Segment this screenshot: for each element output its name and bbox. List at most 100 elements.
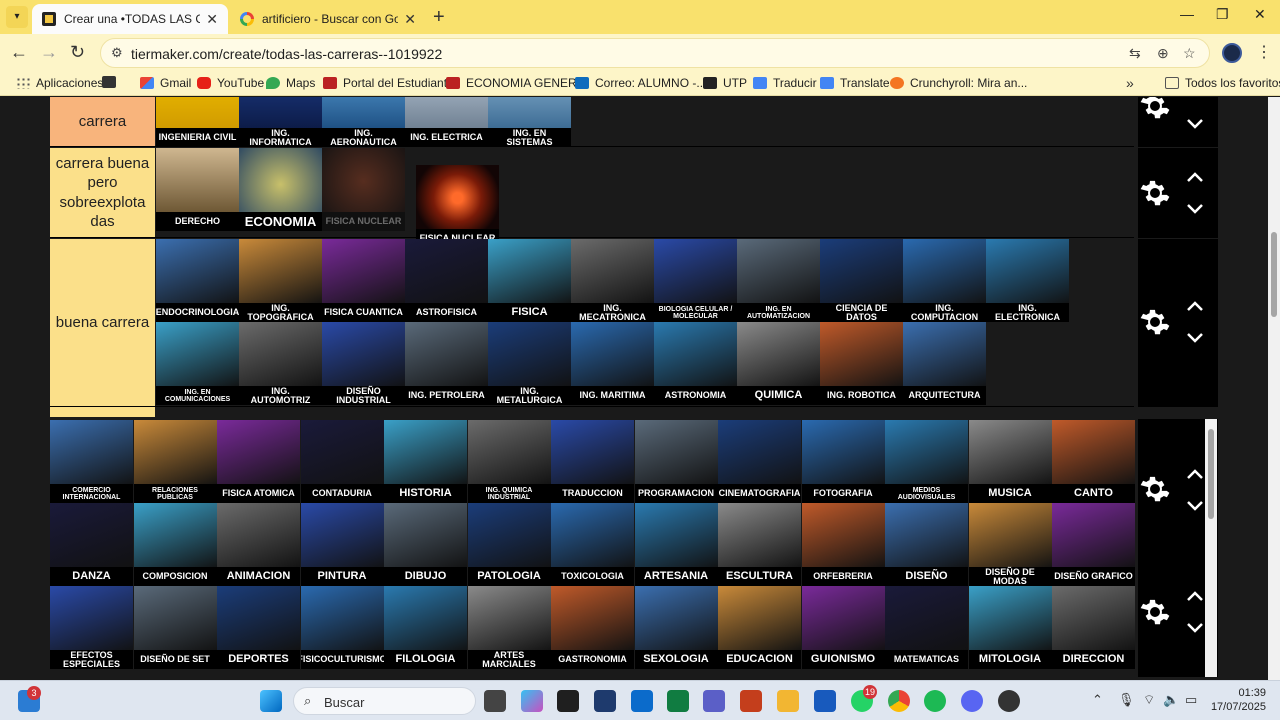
- move-up-arrow-icon[interactable]: [1186, 589, 1204, 601]
- restore-icon[interactable]: ❐: [1216, 6, 1229, 23]
- app-icon[interactable]: [998, 690, 1020, 712]
- tier-item[interactable]: ENDOCRINOLOGIA: [156, 239, 239, 322]
- bookmark-grid[interactable]: [102, 76, 122, 88]
- tier-item[interactable]: ING. MECATRONICA: [571, 239, 654, 322]
- bookmark-correo[interactable]: Correo: ALUMNO -...: [575, 76, 706, 90]
- tier-item[interactable]: DISEÑO: [885, 503, 968, 586]
- tier-item[interactable]: DEPORTES: [217, 586, 300, 669]
- move-down-arrow-icon[interactable]: [1186, 117, 1204, 129]
- settings-gear-icon[interactable]: [1140, 474, 1170, 504]
- back-icon[interactable]: ←: [10, 42, 28, 63]
- tier-item[interactable]: MUSICA: [968, 420, 1052, 503]
- tier-item[interactable]: RELACIONES PUBLICAS: [133, 420, 217, 503]
- tier-item[interactable]: ING. TOPOGRAFICA: [239, 239, 322, 322]
- system-clock[interactable]: 01:39 17/07/2025: [1210, 686, 1266, 714]
- tier-item[interactable]: ING. INFORMATICA: [239, 97, 322, 147]
- microphone-icon[interactable]: 🎙: [1118, 692, 1135, 708]
- tier-item[interactable]: ORFEBRERIA: [801, 503, 885, 586]
- tier-item[interactable]: HISTORIA: [384, 420, 467, 503]
- settings-gear-icon[interactable]: [1140, 178, 1170, 208]
- menu-icon[interactable]: ⋮: [1256, 42, 1272, 62]
- tier-item[interactable]: DISEÑO INDUSTRIAL: [322, 322, 405, 405]
- tier-item[interactable]: MEDIOS AUDIOVISUALES: [885, 420, 968, 503]
- tier-item[interactable]: PINTURA: [300, 503, 384, 586]
- tier-item[interactable]: TOXICOLOGIA: [551, 503, 634, 586]
- tier-item[interactable]: CIENCIA DE DATOS: [820, 239, 903, 322]
- tier-item[interactable]: CONTADURIA: [300, 420, 384, 503]
- tier-item[interactable]: COMERCIO INTERNACIONAL: [50, 420, 133, 503]
- tier-item[interactable]: EDUCACION: [718, 586, 801, 669]
- bookmark-translate[interactable]: Translate: [820, 76, 890, 90]
- tier-item[interactable]: ING. QUIMICA INDUSTRIAL: [467, 420, 551, 503]
- settings-gear-icon[interactable]: [1140, 97, 1170, 121]
- teams-icon[interactable]: [703, 690, 725, 712]
- tier-item[interactable]: COMPOSICION: [133, 503, 217, 586]
- tier-item[interactable]: INGENIERIA CIVIL: [156, 97, 239, 147]
- tier-item[interactable]: FILOLOGIA: [384, 586, 467, 669]
- tier-item[interactable]: CANTO: [1052, 420, 1135, 503]
- tray-chevron-icon[interactable]: ⌃: [1092, 692, 1103, 708]
- bookmark-crunchyroll[interactable]: Crunchyroll: Mira an...: [890, 76, 1027, 90]
- tier-item[interactable]: ARQUITECTURA: [903, 322, 986, 405]
- tier-item[interactable]: DISEÑO GRAFICO: [1052, 503, 1135, 586]
- tier-item[interactable]: ING. ELECTRICA: [405, 97, 488, 147]
- move-up-arrow-icon[interactable]: [1186, 467, 1204, 479]
- scrollbar-thumb[interactable]: [1271, 232, 1277, 317]
- powerpoint-icon[interactable]: [740, 690, 762, 712]
- tier-item[interactable]: MATEMATICAS: [885, 586, 968, 669]
- tab-search-button[interactable]: ▾: [6, 6, 28, 28]
- defender-icon[interactable]: [631, 690, 653, 712]
- tier-item[interactable]: FISICA ATOMICA: [217, 420, 300, 503]
- tier-item[interactable]: EFECTOS ESPECIALES: [50, 586, 133, 669]
- move-down-arrow-icon[interactable]: [1186, 202, 1204, 214]
- tier-item[interactable]: ING. PETROLERA: [405, 322, 488, 405]
- tier-item[interactable]: ING. EN AUTOMATIZACION: [737, 239, 820, 322]
- store-icon[interactable]: [594, 690, 616, 712]
- tier-item[interactable]: ING. COMPUTACION: [903, 239, 986, 322]
- close-tab-icon[interactable]: ✕: [404, 11, 416, 28]
- taskbar-search[interactable]: ⌕ Buscar: [293, 687, 476, 715]
- reload-icon[interactable]: ↻: [70, 42, 85, 63]
- tier-item[interactable]: DIRECCION: [1052, 586, 1135, 669]
- bookmark-gmail[interactable]: Gmail: [140, 76, 191, 90]
- wifi-icon[interactable]: ⌔: [1143, 692, 1155, 708]
- excel-icon[interactable]: [667, 690, 689, 712]
- zoom-icon[interactable]: ⊕: [1157, 45, 1169, 62]
- bookmark-economia[interactable]: ECONOMIA GENER...: [446, 76, 587, 90]
- tier-item[interactable]: ING. AERONAUTICA: [322, 97, 405, 147]
- tier-item[interactable]: SEXOLOGIA: [634, 586, 718, 669]
- tier-item[interactable]: GUIONISMO: [801, 586, 885, 669]
- volume-icon[interactable]: 🔈: [1163, 692, 1179, 708]
- more-bookmarks-icon[interactable]: »: [1126, 75, 1134, 91]
- tab-tiermaker[interactable]: Crear una •TODAS LAS CARRERAS ✕: [32, 4, 228, 34]
- tier-item[interactable]: CINEMATOGRAFIA: [718, 420, 801, 503]
- tier-item[interactable]: BIOLOGIA CELULAR / MOLECULAR: [654, 239, 737, 322]
- minimize-icon[interactable]: —: [1180, 6, 1194, 22]
- bookmark-traducir[interactable]: Traducir: [753, 76, 817, 90]
- close-window-icon[interactable]: ✕: [1254, 6, 1266, 23]
- settings-gear-icon[interactable]: [1140, 597, 1170, 627]
- new-tab-icon[interactable]: +: [433, 6, 445, 29]
- tier-item[interactable]: DIBUJO: [384, 503, 467, 586]
- bookmark-maps[interactable]: Maps: [266, 76, 315, 90]
- tier-item[interactable]: ARTES MARCIALES: [467, 586, 551, 669]
- tier-item[interactable]: PATOLOGIA: [467, 503, 551, 586]
- tier-item[interactable]: FISICOCULTURISMO: [300, 586, 384, 669]
- tier-item[interactable]: ING. AUTOMOTRIZ: [239, 322, 322, 405]
- tier-item[interactable]: ARTESANIA: [634, 503, 718, 586]
- bookmark-portal[interactable]: Portal del Estudiante: [323, 76, 454, 90]
- tier-item[interactable]: DANZA: [50, 503, 133, 586]
- translate-icon[interactable]: ⇆: [1129, 45, 1141, 62]
- bookmark-utp[interactable]: UTP: [703, 76, 747, 90]
- tier-item[interactable]: ECONOMIA: [239, 148, 322, 231]
- forward-icon[interactable]: →: [40, 42, 58, 63]
- tier-item-dragging[interactable]: FISICA NUCLEAR: [416, 165, 499, 248]
- copilot-icon[interactable]: [521, 690, 543, 712]
- windows-start-icon[interactable]: [260, 690, 282, 712]
- capcut-icon[interactable]: [557, 690, 579, 712]
- address-bar[interactable]: ⚙ tiermaker.com/create/todas-las-carrera…: [100, 38, 1210, 68]
- bookmark-all[interactable]: Todos los favoritos: [1165, 76, 1280, 90]
- tier-item[interactable]: DISEÑO DE SET: [133, 586, 217, 669]
- tier-item[interactable]: GASTRONOMIA: [551, 586, 634, 669]
- tier-item[interactable]: ING. EN COMUNICACIONES: [156, 322, 239, 405]
